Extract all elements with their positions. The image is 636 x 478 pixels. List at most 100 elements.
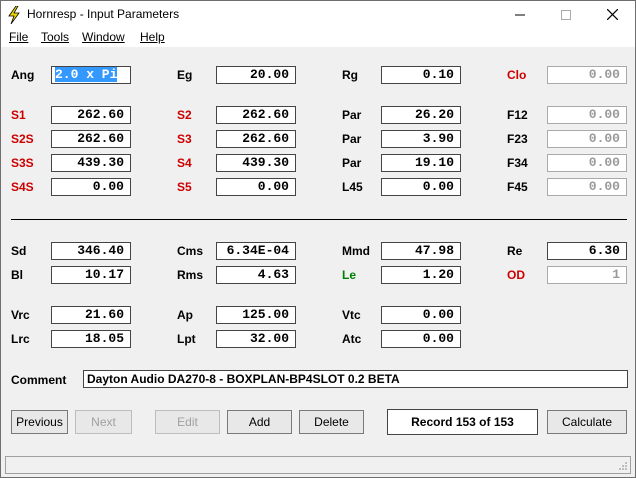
field-f12: 0.00 — [547, 106, 627, 124]
field-rg[interactable]: 0.10 — [381, 66, 461, 84]
previous-button[interactable]: Previous — [11, 410, 68, 434]
menu-bar: File Tools Window Help — [1, 29, 635, 47]
label-vrc: Vrc — [11, 308, 30, 322]
label-s4s: S4S — [11, 180, 34, 194]
next-button: Next — [75, 410, 132, 434]
add-button-label: Add — [248, 415, 271, 429]
maximize-icon — [561, 10, 571, 20]
label-ap: Ap — [177, 308, 193, 322]
field-bl[interactable]: 10.17 — [51, 266, 131, 284]
field-atc[interactable]: 0.00 — [381, 330, 461, 348]
field-eg[interactable]: 20.00 — [216, 66, 296, 84]
calculate-button-label: Calculate — [561, 415, 613, 429]
label-lrc: Lrc — [11, 332, 30, 346]
label-atc: Atc — [342, 332, 362, 346]
label-s1: S1 — [11, 108, 26, 122]
label-s2s: S2S — [11, 132, 34, 146]
field-le[interactable]: 1.20 — [381, 266, 461, 284]
label-f45: F45 — [507, 180, 528, 194]
label-rms: Rms — [177, 268, 204, 282]
field-ap[interactable]: 125.00 — [216, 306, 296, 324]
field-l45[interactable]: 0.00 — [381, 178, 461, 196]
field-re[interactable]: 6.30 — [547, 242, 627, 260]
label-lpt: Lpt — [177, 332, 196, 346]
comment-field[interactable]: Dayton Audio DA270-8 - BOXPLAN-BP4SLOT 0… — [83, 370, 628, 388]
label-par-1: Par — [342, 108, 362, 122]
label-od: OD — [507, 268, 525, 282]
field-par-2[interactable]: 3.90 — [381, 130, 461, 148]
calculate-button[interactable]: Calculate — [547, 410, 627, 434]
label-s4: S4 — [177, 156, 192, 170]
maximize-button[interactable] — [543, 1, 589, 29]
field-par-1[interactable]: 26.20 — [381, 106, 461, 124]
menu-help[interactable]: Help — [140, 30, 165, 44]
label-le: Le — [342, 268, 357, 282]
label-f12: F12 — [507, 108, 528, 122]
label-s2: S2 — [177, 108, 192, 122]
next-button-label: Next — [91, 415, 116, 429]
label-vtc: Vtc — [342, 308, 361, 322]
field-vrc[interactable]: 21.60 — [51, 306, 131, 324]
field-s4s[interactable]: 0.00 — [51, 178, 131, 196]
field-od: 1 — [547, 266, 627, 284]
field-f34: 0.00 — [547, 154, 627, 172]
field-rms[interactable]: 4.63 — [216, 266, 296, 284]
field-s4[interactable]: 439.30 — [216, 154, 296, 172]
label-par-3: Par — [342, 156, 362, 170]
minimize-button[interactable] — [497, 1, 543, 29]
field-par-3[interactable]: 19.10 — [381, 154, 461, 172]
field-s2[interactable]: 262.60 — [216, 106, 296, 124]
record-indicator: Record 153 of 153 — [387, 409, 538, 435]
field-lpt[interactable]: 32.00 — [216, 330, 296, 348]
label-comment: Comment — [11, 373, 67, 387]
label-f23: F23 — [507, 132, 528, 146]
delete-button[interactable]: Delete — [299, 410, 364, 434]
field-clo: 0.00 — [547, 66, 627, 84]
add-button[interactable]: Add — [227, 410, 292, 434]
field-s1[interactable]: 262.60 — [51, 106, 131, 124]
field-f45: 0.00 — [547, 178, 627, 196]
field-vtc[interactable]: 0.00 — [381, 306, 461, 324]
field-s3s[interactable]: 439.30 — [51, 154, 131, 172]
label-re: Re — [507, 244, 523, 258]
label-ang: Ang — [11, 68, 35, 82]
label-bl: Bl — [11, 268, 23, 282]
field-s2s[interactable]: 262.60 — [51, 130, 131, 148]
label-sd: Sd — [11, 244, 27, 258]
field-ang[interactable]: 2.0 x Pi — [51, 66, 131, 84]
label-eg: Eg — [177, 68, 193, 82]
lightning-icon — [8, 6, 20, 24]
field-mmd[interactable]: 47.98 — [381, 242, 461, 260]
field-f23: 0.00 — [547, 130, 627, 148]
close-button[interactable] — [589, 1, 635, 29]
label-f34: F34 — [507, 156, 528, 170]
close-icon — [606, 8, 618, 21]
menu-tools[interactable]: Tools — [41, 30, 69, 44]
title-bar[interactable]: Hornresp - Input Parameters — [1, 1, 635, 29]
field-cms[interactable]: 6.34E-04 — [216, 242, 296, 260]
delete-button-label: Delete — [314, 415, 349, 429]
label-rg: Rg — [342, 68, 358, 82]
label-l45: L45 — [342, 180, 363, 194]
menu-file[interactable]: File — [9, 30, 28, 44]
edit-button: Edit — [155, 410, 220, 434]
field-sd[interactable]: 346.40 — [51, 242, 131, 260]
label-clo: Clo — [507, 68, 527, 82]
label-par-2: Par — [342, 132, 362, 146]
label-s5: S5 — [177, 180, 192, 194]
section-divider — [11, 219, 627, 220]
window-title: Hornresp - Input Parameters — [27, 7, 180, 21]
edit-button-label: Edit — [177, 415, 198, 429]
resize-grip-icon[interactable] — [618, 461, 628, 471]
field-s5[interactable]: 0.00 — [216, 178, 296, 196]
field-s3[interactable]: 262.60 — [216, 130, 296, 148]
label-cms: Cms — [177, 244, 204, 258]
menu-window[interactable]: Window — [82, 30, 125, 44]
label-s3s: S3S — [11, 156, 34, 170]
label-s3: S3 — [177, 132, 192, 146]
previous-button-label: Previous — [16, 415, 63, 429]
status-bar — [5, 456, 631, 474]
minimize-icon — [515, 14, 525, 16]
main-window: Hornresp - Input Parameters File Tools W… — [0, 0, 636, 478]
field-lrc[interactable]: 18.05 — [51, 330, 131, 348]
